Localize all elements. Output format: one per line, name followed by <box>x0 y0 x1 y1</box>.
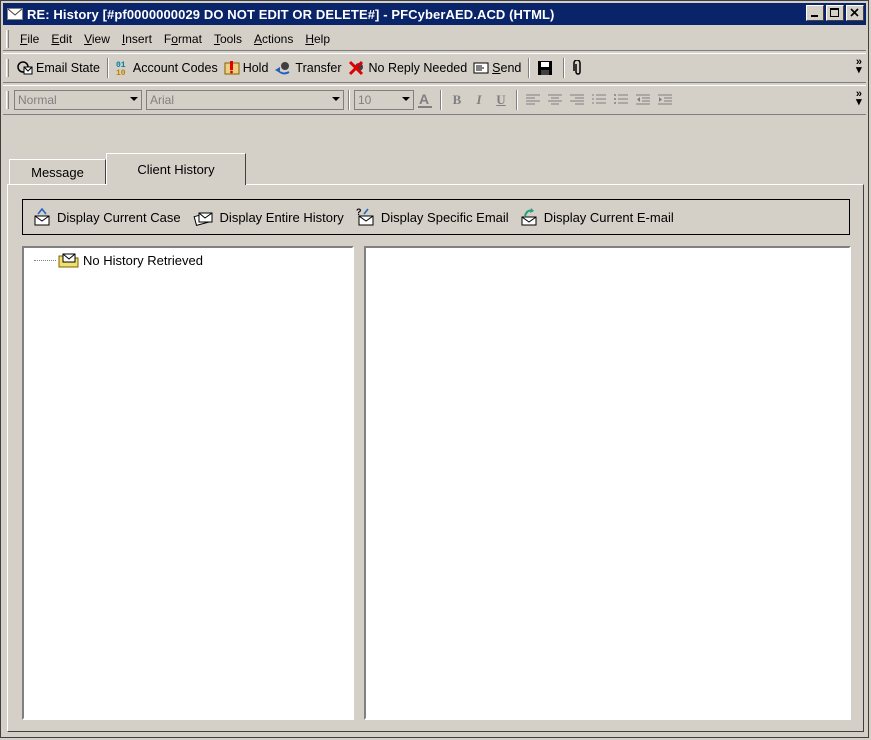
hold-icon <box>224 61 240 75</box>
send-label: Send <box>492 61 522 75</box>
font-color-button[interactable]: A <box>414 89 436 111</box>
account-codes-icon: 0110 <box>116 61 126 76</box>
tree-item-label: No History Retrieved <box>83 252 203 268</box>
title-bar[interactable]: RE: History [#pf0000000029 DO NOT EDIT O… <box>3 3 866 25</box>
specific-email-icon: ? <box>356 207 374 226</box>
font-size-select[interactable]: 10 <box>354 90 414 110</box>
format-toolbar-grip[interactable] <box>6 91 9 109</box>
current-email-icon <box>521 208 537 226</box>
numbered-list-icon <box>592 94 606 104</box>
toolbar-grip[interactable] <box>6 59 9 77</box>
menu-help[interactable]: Help <box>299 32 336 46</box>
maximize-icon <box>830 8 839 17</box>
dropdown-arrow-icon <box>402 97 410 101</box>
close-button[interactable] <box>846 5 864 21</box>
maximize-button[interactable] <box>826 5 844 21</box>
menu-bar: File Edit View Insert Format Tools Actio… <box>3 27 866 51</box>
save-button[interactable] <box>534 57 559 79</box>
minimize-icon <box>811 15 818 17</box>
paperclip-icon <box>573 60 582 75</box>
hold-button[interactable]: Hold <box>221 57 272 79</box>
align-right-icon <box>570 94 584 105</box>
formatting-toolbar: Normal Arial 10 A B I U » ▾ <box>3 85 866 115</box>
increase-indent-icon <box>658 94 672 105</box>
standard-toolbar: Email State 01 10 Account Codes Hold Tran… <box>3 53 866 83</box>
folder-envelope-icon <box>58 253 79 268</box>
no-reply-icon <box>348 60 363 76</box>
decrease-indent-button[interactable] <box>632 89 654 111</box>
toolbar-separator <box>440 90 442 110</box>
style-select[interactable]: Normal <box>14 90 142 110</box>
dropdown-arrow-icon <box>130 97 138 101</box>
tree-item-root[interactable]: No History Retrieved <box>34 252 203 268</box>
toolbar-separator <box>528 58 531 78</box>
current-case-icon <box>34 207 50 226</box>
no-reply-needed-button[interactable]: No Reply Needed <box>345 57 471 79</box>
tab-client-history[interactable]: Client History <box>106 153 246 185</box>
increase-indent-button[interactable] <box>654 89 676 111</box>
tree-connector <box>34 259 56 261</box>
tab-message[interactable]: Message <box>9 159 106 184</box>
toolbar-separator <box>348 90 350 110</box>
bold-button[interactable]: B <box>446 89 468 111</box>
send-button[interactable]: Send <box>470 57 524 79</box>
close-icon <box>850 8 859 17</box>
menu-edit[interactable]: Edit <box>45 32 78 46</box>
display-specific-email-button[interactable]: ? Display Specific Email <box>355 207 509 227</box>
font-select[interactable]: Arial <box>146 90 344 110</box>
email-preview-pane[interactable] <box>364 246 851 720</box>
attach-button[interactable] <box>569 57 590 79</box>
underline-button[interactable]: U <box>490 89 512 111</box>
send-icon <box>473 62 489 74</box>
align-left-button[interactable] <box>522 89 544 111</box>
toolbar-separator <box>106 58 109 78</box>
display-current-email-button[interactable]: Display Current E-mail <box>520 207 674 227</box>
bullet-list-icon <box>614 94 628 104</box>
menu-format[interactable]: Format <box>158 32 208 46</box>
minimize-button[interactable] <box>806 5 824 21</box>
align-center-button[interactable] <box>544 89 566 111</box>
window-title: RE: History [#pf0000000029 DO NOT EDIT O… <box>27 6 555 22</box>
menu-tools[interactable]: Tools <box>208 32 248 46</box>
italic-button[interactable]: I <box>468 89 490 111</box>
bullet-list-button[interactable] <box>610 89 632 111</box>
menu-file[interactable]: File <box>14 32 45 46</box>
email-state-button[interactable]: Email State <box>14 57 103 79</box>
client-history-panel: Display Current Case Display Entire Hist… <box>7 184 864 732</box>
display-current-case-button[interactable]: Display Current Case <box>33 207 181 227</box>
numbered-list-button[interactable] <box>588 89 610 111</box>
decrease-indent-icon <box>636 94 650 105</box>
transfer-icon <box>275 62 290 75</box>
application-window: RE: History [#pf0000000029 DO NOT EDIT O… <box>0 0 869 738</box>
menu-view[interactable]: View <box>78 32 116 46</box>
dropdown-arrow-icon <box>332 97 340 101</box>
menu-actions[interactable]: Actions <box>248 32 299 46</box>
format-toolbar-overflow-chevron[interactable]: » ▾ <box>856 89 862 108</box>
align-right-button[interactable] <box>566 89 588 111</box>
account-codes-button[interactable]: 01 10 Account Codes <box>113 57 221 79</box>
entire-history-icon <box>193 212 213 226</box>
svg-text:10: 10 <box>116 69 126 76</box>
save-icon <box>538 61 553 75</box>
history-toolbar: Display Current Case Display Entire Hist… <box>22 199 850 235</box>
menu-insert[interactable]: Insert <box>116 32 158 46</box>
toolbar-overflow-chevron[interactable]: » ▾ <box>856 57 862 76</box>
envelope-icon <box>6 7 24 21</box>
menubar-grip[interactable] <box>6 29 9 48</box>
toolbar-separator <box>516 90 518 110</box>
font-color-icon: A <box>418 91 432 108</box>
svg-text:A: A <box>419 91 429 107</box>
transfer-button[interactable]: Transfer <box>271 57 344 79</box>
toolbar-separator <box>563 58 566 78</box>
display-entire-history-button[interactable]: Display Entire History <box>192 207 344 227</box>
email-state-icon <box>17 61 33 75</box>
align-left-icon <box>526 94 540 105</box>
history-tree-pane[interactable]: No History Retrieved <box>22 246 354 720</box>
align-center-icon <box>548 94 562 105</box>
